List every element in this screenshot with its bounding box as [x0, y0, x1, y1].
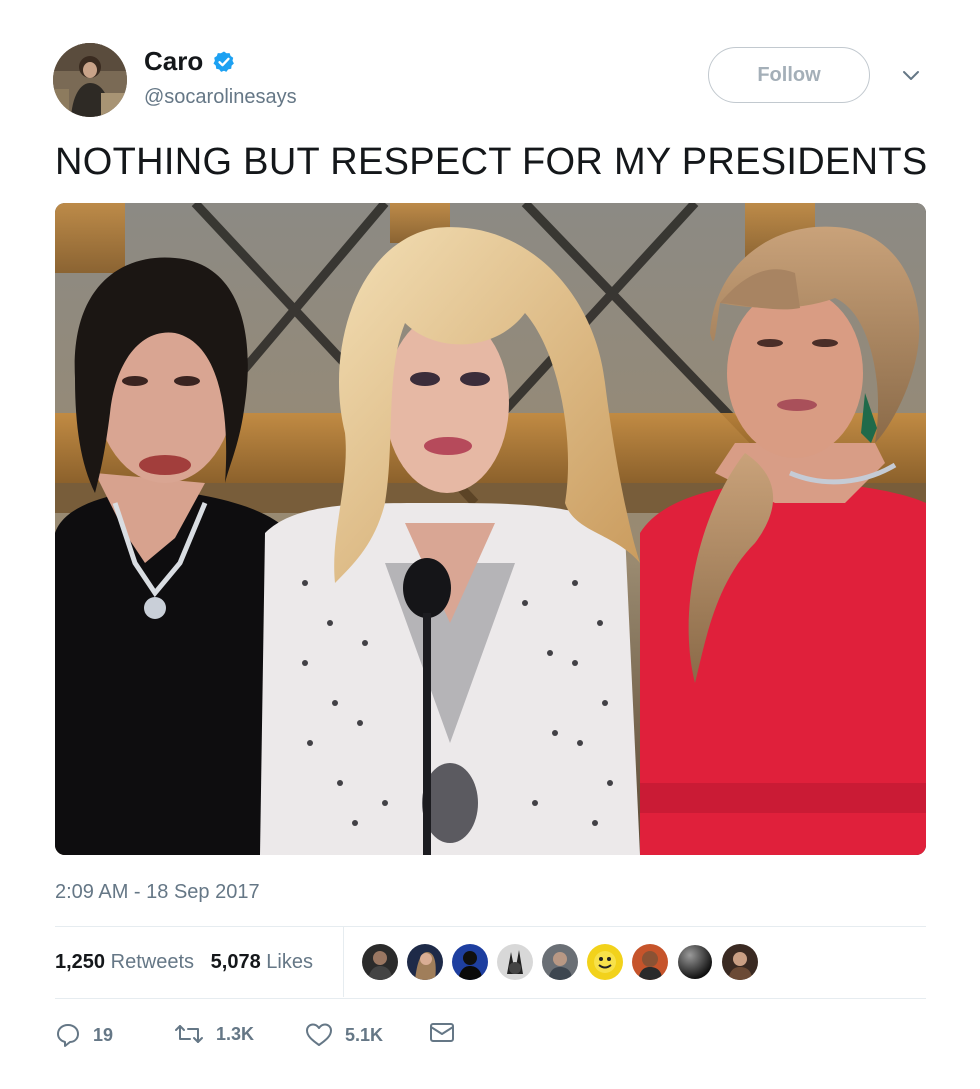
- retweet-count: 1.3K: [216, 1023, 255, 1044]
- like-button[interactable]: 5.1K: [305, 1022, 383, 1048]
- avatar-image: [53, 43, 127, 117]
- more-options-button[interactable]: [896, 64, 926, 88]
- likes-stat[interactable]: 5,078 Likes: [211, 951, 313, 973]
- envelope-icon: [430, 1023, 454, 1042]
- stats-separator: [343, 927, 344, 997]
- likers-avatars: [362, 944, 758, 980]
- like-count: 5.1K: [345, 1024, 384, 1045]
- liker-avatar[interactable]: [632, 944, 668, 980]
- retweets-count: 1,250: [55, 951, 106, 973]
- liker-avatar[interactable]: [677, 944, 713, 980]
- user-handle[interactable]: @socarolinesays: [144, 84, 297, 110]
- tweet-card: Caro @socarolinesays Follow NOTHING BUT …: [0, 0, 980, 1089]
- liker-avatar[interactable]: [722, 944, 758, 980]
- reply-button[interactable]: 19: [55, 1022, 113, 1048]
- retweets-label: Retweets: [110, 951, 194, 973]
- reply-count: 19: [93, 1024, 114, 1045]
- divider-bottom: [55, 998, 926, 999]
- chevron-down-icon: [903, 71, 919, 80]
- tweet-stats: 1,250 Retweets 5,078 Likes: [55, 950, 313, 974]
- reply-icon: [57, 1024, 79, 1047]
- retweets-stat[interactable]: 1,250 Retweets: [55, 951, 194, 973]
- liker-avatar[interactable]: [452, 944, 488, 980]
- direct-message-button[interactable]: [429, 1022, 455, 1044]
- liker-avatar[interactable]: [362, 944, 398, 980]
- tweet-timestamp[interactable]: 2:09 AM - 18 Sep 2017: [55, 880, 260, 904]
- liker-avatar[interactable]: [542, 944, 578, 980]
- likes-label: Likes: [266, 951, 313, 973]
- heart-icon: [306, 1023, 332, 1046]
- photo-image: [55, 203, 926, 855]
- follow-button[interactable]: Follow: [708, 47, 870, 103]
- likes-count: 5,078: [210, 951, 261, 973]
- user-avatar[interactable]: [53, 43, 127, 117]
- liker-avatar[interactable]: [407, 944, 443, 980]
- tweet-photo[interactable]: [55, 203, 926, 855]
- liker-avatar[interactable]: [587, 944, 623, 980]
- liker-avatar[interactable]: [497, 944, 533, 980]
- tweet-text: NOTHING BUT RESPECT FOR MY PRESIDENTS: [55, 141, 928, 183]
- divider-top: [55, 926, 926, 927]
- retweet-icon: [175, 1025, 203, 1043]
- verified-badge-icon: [213, 51, 234, 72]
- user-display-name[interactable]: Caro: [144, 45, 203, 77]
- retweet-button[interactable]: 1.3K: [174, 1022, 254, 1046]
